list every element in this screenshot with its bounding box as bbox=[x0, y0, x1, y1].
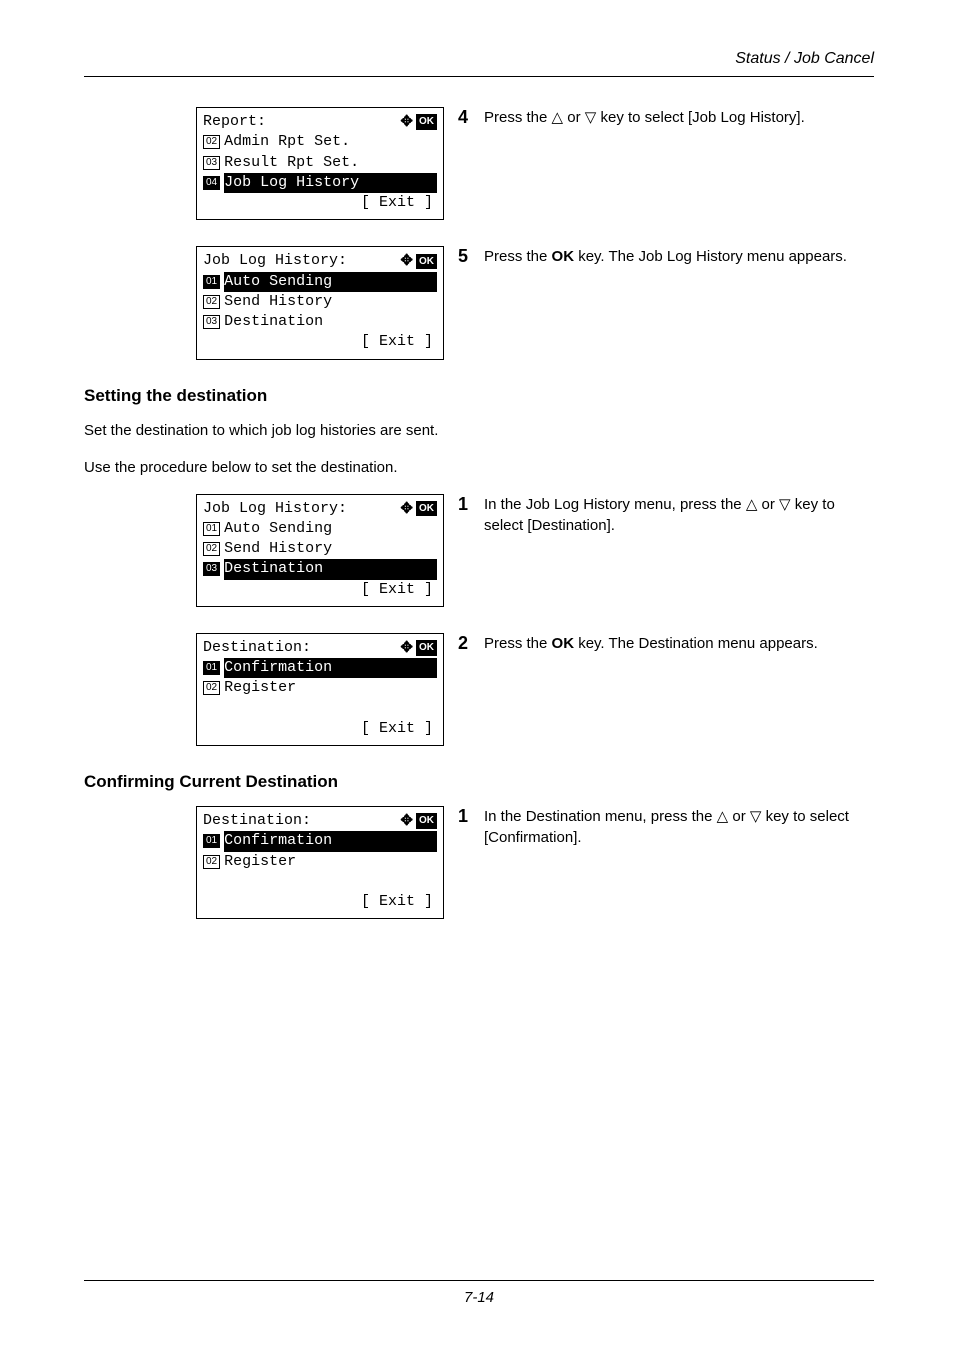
step-text: In the Destination menu, press the △ or … bbox=[484, 806, 874, 848]
menu-label: Register bbox=[224, 852, 296, 872]
menu-num: 03 bbox=[203, 315, 220, 329]
lcd-job-log-history-2: Job Log History: ✥OK 01 Auto Sending 02 Se… bbox=[196, 494, 444, 607]
nav-ok-icon: ✥OK bbox=[400, 811, 437, 831]
paragraph: Use the procedure below to set the desti… bbox=[84, 457, 874, 478]
lcd-title-text: Destination: bbox=[203, 811, 311, 831]
menu-label: Send History bbox=[224, 539, 332, 559]
up-arrow-icon: △ bbox=[717, 808, 729, 825]
menu-num: 03 bbox=[203, 562, 220, 576]
step-number: 2 bbox=[458, 633, 484, 654]
step-number: 1 bbox=[458, 806, 484, 848]
paragraph: Set the destination to which job log his… bbox=[84, 420, 874, 441]
lcd-title-text: Job Log History: bbox=[203, 251, 347, 271]
menu-label-selected: Destination bbox=[224, 559, 437, 579]
step-number: 4 bbox=[458, 107, 484, 128]
down-arrow-icon: ▽ bbox=[750, 808, 762, 825]
menu-num: 02 bbox=[203, 295, 220, 309]
up-arrow-icon: △ bbox=[552, 109, 564, 126]
menu-label: Auto Sending bbox=[224, 519, 332, 539]
menu-num: 01 bbox=[203, 834, 220, 848]
nav-ok-icon: ✥OK bbox=[400, 251, 437, 271]
lcd-title-text: Report: bbox=[203, 112, 266, 132]
menu-label: Result Rpt Set. bbox=[224, 153, 359, 173]
menu-num: 01 bbox=[203, 275, 220, 289]
heading-setting-destination: Setting the destination bbox=[84, 386, 874, 406]
step-text: Press the OK key. The Job Log History me… bbox=[484, 246, 847, 267]
menu-num: 02 bbox=[203, 135, 220, 149]
menu-label: Register bbox=[224, 678, 296, 698]
nav-ok-icon: ✥OK bbox=[400, 638, 437, 658]
down-arrow-icon: ▽ bbox=[779, 496, 791, 513]
menu-num: 01 bbox=[203, 661, 220, 675]
down-arrow-icon: ▽ bbox=[585, 109, 597, 126]
menu-num: 04 bbox=[203, 176, 220, 190]
lcd-title-text: Destination: bbox=[203, 638, 311, 658]
menu-num: 02 bbox=[203, 681, 220, 695]
menu-num: 02 bbox=[203, 855, 220, 869]
step-number: 1 bbox=[458, 494, 484, 536]
menu-label-selected: Confirmation bbox=[224, 658, 437, 678]
menu-num: 03 bbox=[203, 156, 220, 170]
heading-confirming-destination: Confirming Current Destination bbox=[84, 772, 874, 792]
header-section: Status / Job Cancel bbox=[84, 50, 874, 74]
lcd-footer: [ Exit ] bbox=[203, 193, 437, 213]
nav-ok-icon: ✥OK bbox=[400, 499, 437, 519]
menu-num: 01 bbox=[203, 522, 220, 536]
menu-label-selected: Confirmation bbox=[224, 831, 437, 851]
lcd-footer: [ Exit ] bbox=[203, 719, 437, 739]
lcd-job-log-history: Job Log History: ✥OK 01 Auto Sending 02 Se… bbox=[196, 246, 444, 359]
step-text: In the Job Log History menu, press the △… bbox=[484, 494, 874, 536]
menu-label: Send History bbox=[224, 292, 332, 312]
up-arrow-icon: △ bbox=[746, 496, 758, 513]
lcd-destination-2: Destination: ✥OK 01 Confirmation 02 Regist… bbox=[196, 806, 444, 919]
page-number: 7-14 bbox=[84, 1280, 874, 1306]
step-text: Press the OK key. The Destination menu a… bbox=[484, 633, 818, 654]
header-divider bbox=[84, 76, 874, 77]
nav-ok-icon: ✥OK bbox=[400, 112, 437, 132]
lcd-report: Report: ✥OK 02 Admin Rpt Set. 03 Result Rp… bbox=[196, 107, 444, 220]
menu-label: Destination bbox=[224, 312, 323, 332]
lcd-footer: [ Exit ] bbox=[203, 892, 437, 912]
lcd-footer: [ Exit ] bbox=[203, 580, 437, 600]
menu-label: Admin Rpt Set. bbox=[224, 132, 350, 152]
menu-num: 02 bbox=[203, 542, 220, 556]
menu-label-selected: Job Log History bbox=[224, 173, 437, 193]
menu-label-selected: Auto Sending bbox=[224, 272, 437, 292]
step-number: 5 bbox=[458, 246, 484, 267]
lcd-title-text: Job Log History: bbox=[203, 499, 347, 519]
lcd-destination: Destination: ✥OK 01 Confirmation 02 Regist… bbox=[196, 633, 444, 746]
step-text: Press the △ or ▽ key to select [Job Log … bbox=[484, 107, 805, 128]
lcd-footer: [ Exit ] bbox=[203, 332, 437, 352]
